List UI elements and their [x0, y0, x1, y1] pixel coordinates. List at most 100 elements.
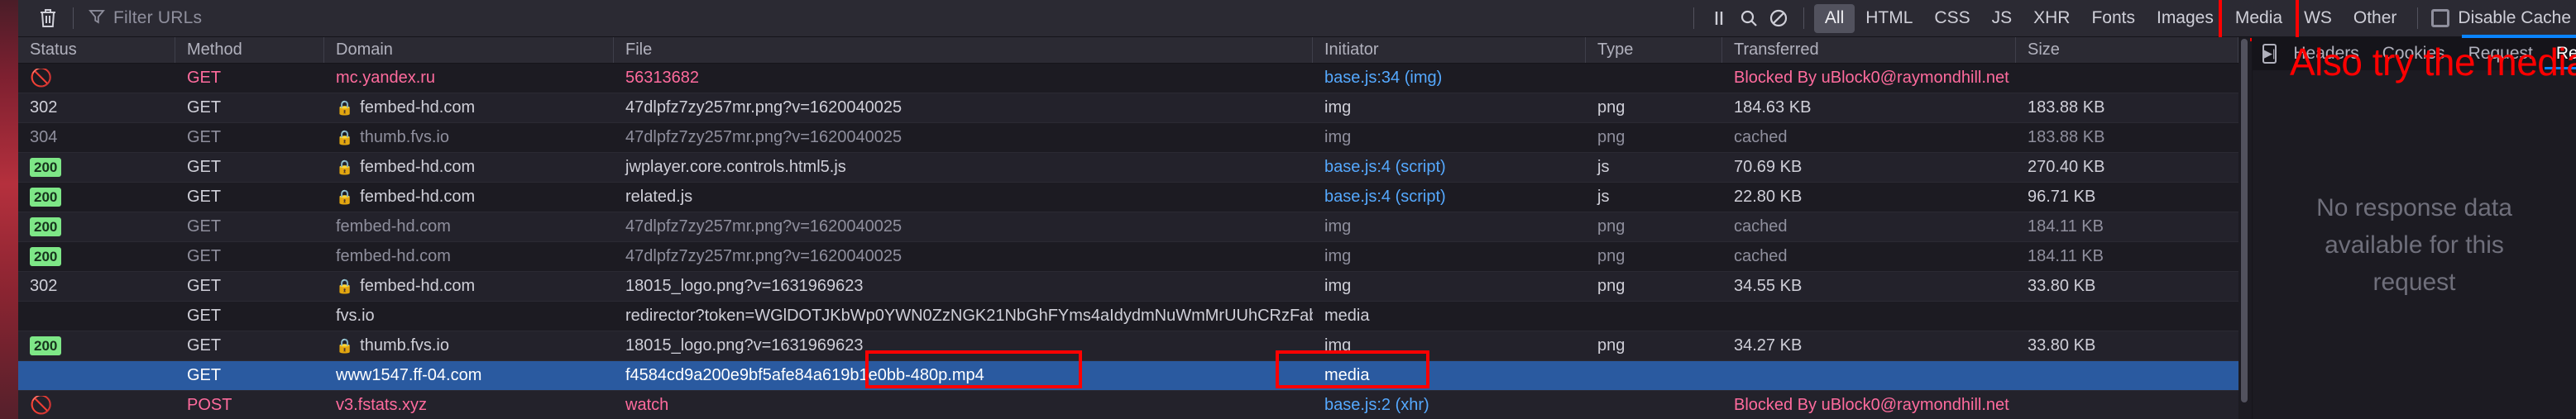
column-header-status[interactable]: Status [18, 37, 175, 63]
cell-domain: mc.yandex.ru [324, 69, 614, 88]
cell-transferred: 184.63 KB [1734, 98, 1812, 117]
filter-urls-placeholder: Filter URLs [113, 8, 203, 27]
cell-type: js [1597, 158, 1610, 176]
table-row[interactable]: GET fvs.io redirector?token=WGlDOTJKbWp0YW… [18, 302, 2238, 331]
table-row[interactable]: 302 GET 🔒 fembed-hd.com 18015_logo.png?v=163… [18, 272, 2238, 302]
cell-file: jwplayer.core.controls.html5.js [625, 158, 846, 176]
cell-status: 304 [30, 128, 58, 146]
initiator-link[interactable]: base.js:4 (script) [1324, 158, 1446, 176]
filter-pill-ws[interactable]: WS [2293, 4, 2343, 33]
filter-pill-xhr[interactable]: XHR [2023, 4, 2080, 33]
table-row[interactable]: 200 GET 🔒 thumb.fvs.io 18015_logo.png?v=1631… [18, 331, 2238, 361]
column-header-file[interactable]: File [614, 37, 1313, 63]
cell-transferred: cached [1734, 217, 1788, 236]
disable-cache-checkbox[interactable]: Disable Cache [2428, 8, 2571, 28]
domain-text: fembed-hd.com [360, 188, 476, 206]
pause-icon[interactable] [1704, 3, 1734, 33]
domain-text: fembed-hd.com [336, 247, 451, 265]
column-header-type[interactable]: Type [1586, 37, 1722, 63]
lock-icon: 🔒 [336, 189, 354, 205]
cell-domain: 🔒 fembed-hd.com [324, 98, 614, 117]
table-row[interactable]: 🚫 GET mc.yandex.ru 56313682 base.js:34 (img)… [18, 64, 2238, 93]
status-badge: 200 [30, 246, 62, 267]
table-row[interactable]: 200 GET fembed-hd.com 47dlpfz7zy257mr.png?v… [18, 242, 2238, 272]
toolbar-divider-1 [73, 7, 74, 29]
no-entry-icon[interactable] [1764, 3, 1793, 33]
cell-file: redirector?token=WGlDOTJKbWp0YWN0ZzNGK21… [625, 307, 1313, 325]
request-details-panel: ▶| Headers Cookies Request Response No r… [2252, 37, 2576, 419]
status-badge: 200 [30, 187, 62, 207]
cell-size: 33.80 KB [2028, 277, 2096, 295]
cell-status: 302 [30, 277, 58, 295]
cell-domain: fvs.io [324, 307, 614, 326]
filter-pill-html[interactable]: HTML [1855, 4, 1923, 33]
cell-file: 47dlpfz7zy257mr.png?v=1620040025 [625, 128, 903, 146]
cell-file: 18015_logo.png?v=1631969623 [625, 277, 864, 295]
media-preview-icon[interactable]: ▶| [2262, 43, 2277, 64]
cell-file: 47dlpfz7zy257mr.png?v=1620040025 [625, 217, 903, 236]
filter-urls-input[interactable]: Filter URLs [84, 0, 202, 36]
domain-text: fvs.io [336, 307, 375, 325]
cell-initiator: img [1313, 217, 1586, 236]
table-row[interactable]: 🚫 POST v3.fstats.xyz watch base.js:2 (xhr) Bl… [18, 391, 2238, 419]
domain-text: thumb.fvs.io [360, 128, 449, 146]
cell-initiator: img [1313, 128, 1586, 147]
initiator-link[interactable]: base.js:2 (xhr) [1324, 396, 1429, 414]
cell-initiator: base.js:4 (script) [1313, 158, 1586, 177]
filter-pill-fonts[interactable]: Fonts [2080, 4, 2146, 33]
cell-file: watch [625, 396, 669, 414]
search-icon[interactable] [1734, 3, 1764, 33]
filter-pill-media[interactable]: Media [2218, 0, 2300, 41]
cell-transferred: Blocked By uBlock0@raymondhill.net [1734, 69, 2009, 87]
column-header-transferred[interactable]: Transferred [1722, 37, 2016, 63]
status-badge: 200 [30, 157, 62, 178]
cell-method: GET [187, 336, 222, 355]
no-response-data-message: No response data available for this requ… [2316, 193, 2512, 296]
domain-text: fembed-hd.com [360, 277, 476, 295]
cell-transferred: cached [1734, 128, 1788, 146]
table-row[interactable]: 200 GET 🔒 fembed-hd.com jwplayer.core.contro… [18, 153, 2238, 183]
cell-domain: 🔒 thumb.fvs.io [324, 128, 614, 147]
list-vertical-scrollbar[interactable] [2238, 37, 2250, 419]
cell-transferred: 34.55 KB [1734, 277, 1803, 295]
column-header-initiator[interactable]: Initiator [1313, 37, 1586, 63]
table-row[interactable]: 304 GET 🔒 thumb.fvs.io 47dlpfz7zy257mr.png?v… [18, 123, 2238, 153]
table-row[interactable]: GET www1547.ff-04.com f4584cd9a200e9bf5afe… [18, 361, 2238, 391]
cell-initiator: img [1313, 98, 1586, 117]
disable-cache-label: Disable Cache [2458, 8, 2571, 27]
initiator-text: img [1324, 277, 1352, 295]
cell-file: 47dlpfz7zy257mr.png?v=1620040025 [625, 98, 903, 117]
annotation-note-media-filter: Also try the media filter [2290, 40, 2576, 83]
lock-icon: 🔒 [336, 100, 354, 116]
cell-initiator: img [1313, 277, 1586, 296]
filter-pill-js[interactable]: JS [1981, 4, 2023, 33]
initiator-link[interactable]: base.js:34 (img) [1324, 69, 1442, 87]
cell-status: 🚫 [18, 69, 175, 88]
cell-status: 302 [30, 98, 58, 117]
column-header-method[interactable]: Method [175, 37, 324, 63]
devtools-network-panel: Filter URLs All HTML CSS JS XHR Fonts Im… [0, 0, 2576, 419]
cell-method: GET [187, 69, 222, 87]
trash-icon[interactable] [33, 3, 63, 33]
domain-text: fembed-hd.com [336, 217, 451, 236]
status-badge: 200 [30, 217, 62, 237]
cell-transferred: 34.27 KB [1734, 336, 1803, 355]
table-row[interactable]: 200 GET fembed-hd.com 47dlpfz7zy257mr.png?v… [18, 212, 2238, 242]
table-row[interactable]: 302 GET 🔒 fembed-hd.com 47dlpfz7zy257mr.png?… [18, 93, 2238, 123]
cell-initiator: media [1313, 366, 1586, 385]
cell-domain: fembed-hd.com [324, 247, 614, 266]
filter-pill-all[interactable]: All [1813, 3, 1855, 33]
cell-method: GET [187, 307, 222, 325]
filter-pill-other[interactable]: Other [2343, 4, 2408, 33]
cell-size: 183.88 KB [2028, 128, 2105, 146]
initiator-link[interactable]: base.js:4 (script) [1324, 188, 1446, 206]
column-header-domain[interactable]: Domain [324, 37, 614, 63]
cell-file: 47dlpfz7zy257mr.png?v=1620040025 [625, 247, 903, 265]
column-header-size[interactable]: Size [2016, 37, 2238, 63]
cell-initiator: base.js:2 (xhr) [1313, 396, 1586, 415]
scrollbar-thumb[interactable] [2241, 39, 2248, 402]
table-row[interactable]: 200 GET 🔒 fembed-hd.com related.js base.js:4 … [18, 183, 2238, 212]
filter-pill-css[interactable]: CSS [1923, 4, 1980, 33]
filter-pill-images[interactable]: Images [2146, 4, 2224, 33]
request-list[interactable]: Status Method Domain File Initiator Type… [18, 37, 2238, 419]
